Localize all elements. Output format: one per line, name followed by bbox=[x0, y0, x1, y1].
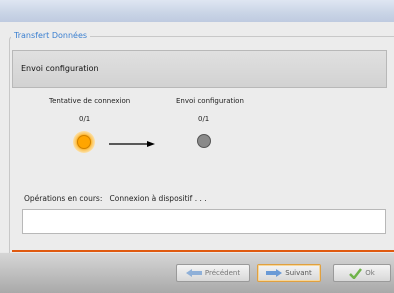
next-button-label: Suivant bbox=[285, 269, 312, 277]
stage-indicator-pending bbox=[197, 134, 211, 148]
step-header-title: Envoi configuration bbox=[21, 64, 99, 73]
footer-separator bbox=[12, 250, 394, 252]
arrow-right-icon bbox=[266, 269, 283, 277]
operations-line: Opérations en cours: Connexion à disposi… bbox=[24, 194, 207, 203]
arrow-left-icon bbox=[185, 269, 202, 277]
stage-label-config: Envoi configuration bbox=[176, 97, 244, 105]
stage-count-connection: 0/1 bbox=[79, 115, 91, 123]
previous-button-label: Précédent bbox=[204, 269, 241, 277]
stage-count-config: 0/1 bbox=[198, 115, 210, 123]
check-icon bbox=[349, 267, 363, 279]
operations-value: Connexion à dispositif . . . bbox=[109, 194, 207, 203]
previous-button[interactable]: Précédent bbox=[176, 264, 250, 282]
stage-indicator-active bbox=[73, 131, 95, 153]
arrow-right-icon bbox=[109, 141, 155, 147]
ok-button-label: Ok bbox=[365, 269, 375, 277]
step-header: Envoi configuration bbox=[12, 50, 387, 88]
next-button[interactable]: Suivant bbox=[257, 264, 321, 282]
operations-log bbox=[22, 209, 386, 234]
operations-label: Opérations en cours: bbox=[24, 194, 103, 203]
group-title: Transfert Données bbox=[11, 31, 91, 41]
ok-button[interactable]: Ok bbox=[333, 264, 391, 282]
window-titlebar bbox=[0, 0, 394, 23]
stage-label-connection: Tentative de connexion bbox=[49, 97, 131, 105]
